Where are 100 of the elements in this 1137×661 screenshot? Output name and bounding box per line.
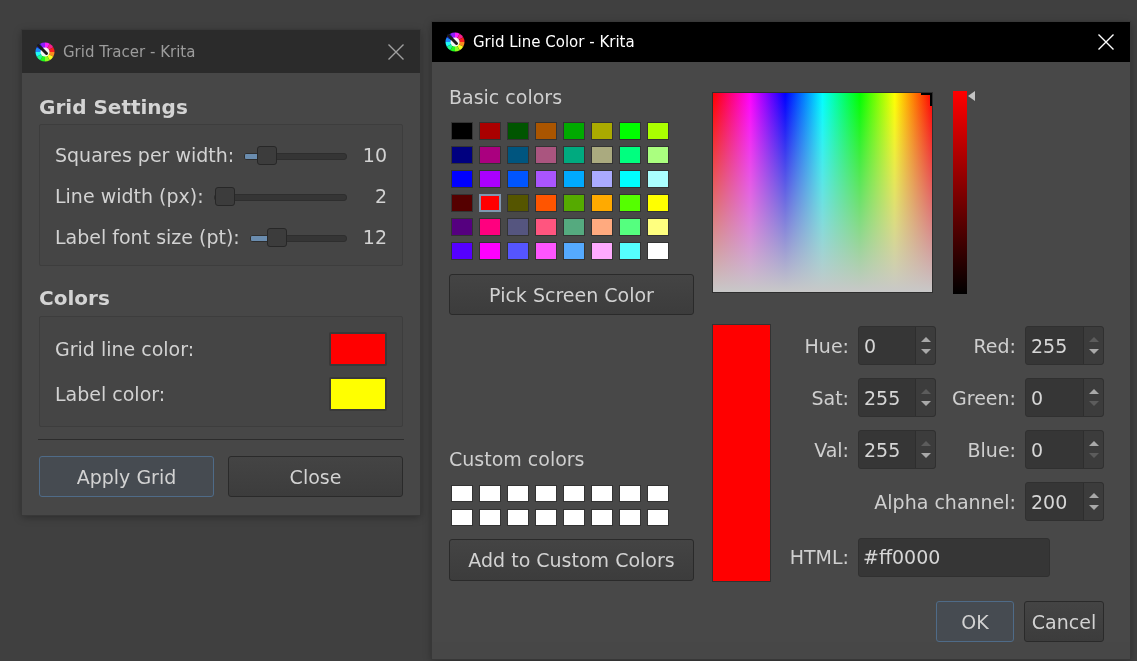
- color-swatch-button[interactable]: [329, 332, 387, 366]
- down-arrow-icon[interactable]: [920, 452, 931, 458]
- color-swatch-button[interactable]: [329, 377, 387, 411]
- color-swatch[interactable]: [647, 194, 669, 212]
- custom-color-swatch[interactable]: [591, 485, 613, 502]
- color-swatch[interactable]: [535, 122, 557, 140]
- spin-box[interactable]: 0: [1025, 430, 1104, 469]
- field-label: Sat:: [811, 386, 849, 409]
- color-swatch[interactable]: [563, 170, 585, 188]
- color-swatch[interactable]: [619, 122, 641, 140]
- color-swatch[interactable]: [535, 170, 557, 188]
- dialog-button[interactable]: OK: [936, 601, 1014, 642]
- color-swatch[interactable]: [479, 218, 501, 236]
- color-swatch[interactable]: [563, 122, 585, 140]
- color-swatch[interactable]: [619, 218, 641, 236]
- dialog-button[interactable]: Close: [228, 456, 403, 497]
- dialog-button[interactable]: Cancel: [1024, 601, 1104, 642]
- color-swatch[interactable]: [507, 242, 529, 260]
- color-swatch[interactable]: [619, 146, 641, 164]
- custom-color-swatch[interactable]: [479, 485, 501, 502]
- color-swatch[interactable]: [563, 242, 585, 260]
- spin-box[interactable]: 0: [858, 326, 936, 365]
- color-swatch[interactable]: [479, 122, 501, 140]
- custom-color-swatch[interactable]: [591, 509, 613, 526]
- color-swatch[interactable]: [563, 218, 585, 236]
- spin-box[interactable]: 255: [858, 430, 936, 469]
- html-input-field[interactable]: #ff0000: [858, 537, 1050, 577]
- custom-color-swatch[interactable]: [451, 485, 473, 502]
- color-label: Grid line color:: [55, 338, 195, 360]
- color-swatch[interactable]: [451, 146, 473, 164]
- custom-color-swatch[interactable]: [619, 485, 641, 502]
- color-spectrum[interactable]: [712, 92, 933, 293]
- custom-color-swatch[interactable]: [647, 485, 669, 502]
- color-swatch[interactable]: [647, 122, 669, 140]
- color-swatch[interactable]: [535, 194, 557, 212]
- color-swatch[interactable]: [591, 242, 613, 260]
- custom-color-swatch[interactable]: [563, 485, 585, 502]
- color-swatch[interactable]: [451, 194, 473, 212]
- pick-screen-color-button[interactable]: Pick Screen Color: [449, 274, 694, 315]
- color-swatch[interactable]: [591, 122, 613, 140]
- color-swatch[interactable]: [647, 242, 669, 260]
- slider-handle[interactable]: [256, 145, 277, 165]
- slider-track[interactable]: [249, 227, 347, 247]
- color-swatch[interactable]: [591, 146, 613, 164]
- custom-color-swatch[interactable]: [647, 509, 669, 526]
- color-swatch[interactable]: [591, 218, 613, 236]
- color-swatch[interactable]: [535, 146, 557, 164]
- color-swatch[interactable]: [479, 146, 501, 164]
- color-swatch[interactable]: [451, 122, 473, 140]
- color-swatch[interactable]: [591, 194, 613, 212]
- color-swatch[interactable]: [479, 170, 501, 188]
- color-swatch[interactable]: [535, 242, 557, 260]
- add-custom-color-button[interactable]: Add to Custom Colors: [449, 539, 694, 581]
- color-swatch[interactable]: [507, 194, 529, 212]
- color-swatch[interactable]: [451, 218, 473, 236]
- color-swatch[interactable]: [535, 218, 557, 236]
- color-swatch[interactable]: [591, 170, 613, 188]
- down-arrow-icon[interactable]: [920, 400, 931, 406]
- spin-box[interactable]: 255: [858, 378, 936, 417]
- down-arrow-icon[interactable]: [920, 348, 931, 354]
- dialog-button[interactable]: Apply Grid: [39, 456, 214, 497]
- slider-arrow-icon[interactable]: [968, 91, 975, 101]
- color-swatch[interactable]: [647, 218, 669, 236]
- value-slider-track[interactable]: [953, 91, 975, 294]
- slider-handle[interactable]: [266, 227, 287, 247]
- up-arrow-icon[interactable]: [1088, 389, 1099, 395]
- custom-color-swatch[interactable]: [535, 485, 557, 502]
- color-swatch[interactable]: [647, 170, 669, 188]
- spin-box[interactable]: 200: [1025, 482, 1104, 521]
- up-arrow-icon[interactable]: [920, 337, 931, 343]
- color-swatch[interactable]: [563, 194, 585, 212]
- color-swatch[interactable]: [619, 194, 641, 212]
- custom-color-swatch[interactable]: [535, 509, 557, 526]
- spin-box[interactable]: 0: [1025, 378, 1104, 417]
- color-swatch[interactable]: [507, 170, 529, 188]
- color-swatch[interactable]: [479, 242, 501, 260]
- up-arrow-icon[interactable]: [1088, 441, 1099, 447]
- slider-track[interactable]: [213, 186, 347, 206]
- custom-color-swatch[interactable]: [563, 509, 585, 526]
- down-arrow-icon[interactable]: [1088, 348, 1099, 354]
- color-swatch[interactable]: [619, 242, 641, 260]
- custom-color-swatch[interactable]: [507, 485, 529, 502]
- up-arrow-icon[interactable]: [1088, 493, 1099, 499]
- color-swatch[interactable]: [647, 146, 669, 164]
- color-swatch[interactable]: [507, 218, 529, 236]
- slider-track[interactable]: [244, 145, 347, 165]
- spin-box[interactable]: 255: [1025, 326, 1104, 365]
- color-swatch[interactable]: [451, 242, 473, 260]
- custom-color-swatch[interactable]: [619, 509, 641, 526]
- color-swatch[interactable]: [507, 122, 529, 140]
- custom-color-swatch[interactable]: [451, 509, 473, 526]
- color-swatch[interactable]: [619, 170, 641, 188]
- color-swatch[interactable]: [451, 170, 473, 188]
- custom-color-swatch[interactable]: [507, 509, 529, 526]
- color-swatch[interactable]: [507, 146, 529, 164]
- color-swatch[interactable]: [563, 146, 585, 164]
- slider-handle[interactable]: [214, 186, 235, 206]
- color-swatch[interactable]: [479, 194, 501, 212]
- custom-color-swatch[interactable]: [479, 509, 501, 526]
- down-arrow-icon[interactable]: [1088, 504, 1099, 510]
